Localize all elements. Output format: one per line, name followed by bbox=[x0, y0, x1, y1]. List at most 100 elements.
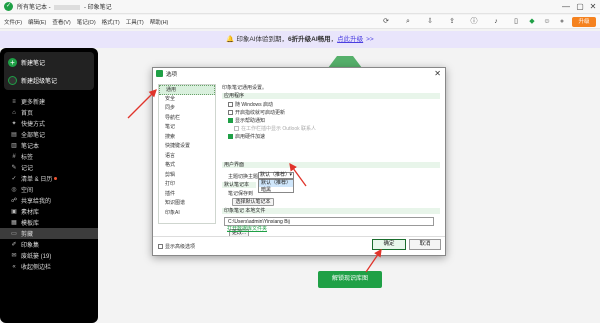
theme-option-default[interactable]: 默认（推荐） bbox=[259, 180, 293, 187]
sidebar-item-shortcuts[interactable]: ✦ 快捷方式 bbox=[0, 118, 98, 129]
advanced-options-label: 显示高级选项 bbox=[165, 244, 196, 250]
nav-item-sync[interactable]: 同步 bbox=[159, 104, 215, 114]
cancel-button[interactable]: 取消 bbox=[409, 239, 441, 250]
checkbox-checked[interactable] bbox=[228, 118, 233, 124]
sidebar-item-collapse[interactable]: « 收起侧边栏 bbox=[0, 261, 98, 272]
sidebar-item-material[interactable]: ▣ 素材库 bbox=[0, 206, 98, 217]
option-hardware-accel[interactable]: 启用硬件加速 bbox=[228, 133, 265, 140]
avatar-icon[interactable]: ● bbox=[558, 18, 566, 26]
sidebar-item-trash[interactable]: ✉ 废纸篓 (19) bbox=[0, 250, 98, 261]
new-note-button[interactable]: + 新建笔记 bbox=[8, 58, 45, 67]
checkbox[interactable] bbox=[228, 110, 233, 116]
chevron-right-icon[interactable]: >> bbox=[366, 36, 374, 43]
options-dialog: 选项 ✕ 通用 安全 同步 导航栏 笔记 搜索 快捷键设置 语言 格式 剪辑 打… bbox=[152, 67, 446, 256]
option-outlook-contacts: 在工作栏插中显示 Outlook 联系人 bbox=[234, 125, 316, 132]
notification-dot bbox=[54, 177, 58, 180]
sidebar-item-label: 收起侧边栏 bbox=[21, 265, 52, 271]
sidebar-item-space[interactable]: ◎ 空间 bbox=[0, 184, 98, 195]
checkbox-checked[interactable] bbox=[228, 134, 233, 140]
nav-item-notes[interactable]: 笔记 bbox=[159, 123, 215, 133]
sidebar-item-label: 全部笔记 bbox=[21, 133, 46, 139]
sidebar-item-label: 废纸篓 (19) bbox=[21, 254, 52, 260]
sidebar-item-tags[interactable]: # 标签 bbox=[0, 151, 98, 162]
sidebar-item-more-new[interactable]: ≡ 更多新建 bbox=[0, 96, 98, 107]
sidebar-item-clip[interactable]: ▭ 剪藏 bbox=[0, 228, 98, 239]
option-show-help[interactable]: 显示帮助通知 bbox=[228, 117, 265, 124]
menu-note[interactable]: 笔记(O) bbox=[77, 18, 96, 26]
theme-dropdown: 默认（推荐） 暗黑 bbox=[258, 179, 294, 193]
nav-item-language[interactable]: 语言 bbox=[159, 152, 215, 162]
checkbox[interactable] bbox=[158, 244, 163, 250]
menu-tools[interactable]: 工具(T) bbox=[126, 18, 144, 26]
close-window-button[interactable]: ✕ bbox=[587, 1, 599, 13]
new-super-note-button[interactable]: 新建超级笔记 bbox=[8, 76, 57, 85]
robot-icon[interactable]: ☺ bbox=[543, 18, 551, 26]
option-label: 在工作栏插中显示 Outlook 联系人 bbox=[241, 126, 317, 132]
choose-notebook-button[interactable]: 选择默认笔记本 bbox=[232, 198, 274, 206]
nav-item-format[interactable]: 格式 bbox=[159, 161, 215, 171]
sidebar-item-notebooks[interactable]: ▥ 笔记本 bbox=[0, 140, 98, 151]
menu-help[interactable]: 帮助(H) bbox=[150, 18, 169, 26]
nav-item-clipping[interactable]: 剪辑 bbox=[159, 171, 215, 181]
advanced-options-toggle[interactable]: 显示高级选项 bbox=[158, 243, 195, 250]
unlock-graph-button[interactable]: 解锁现识库图 bbox=[318, 271, 382, 288]
nav-item-security[interactable]: 安全 bbox=[159, 95, 215, 105]
sidebar-item-journal[interactable]: ✎ 记记 bbox=[0, 162, 98, 173]
plus-icon: + bbox=[8, 58, 17, 67]
nav-item-knowledge-graph[interactable]: 知识图谱 bbox=[159, 199, 215, 209]
sidebar-item-stamp[interactable]: ✐ 印象集 bbox=[0, 239, 98, 250]
checkbox[interactable] bbox=[228, 102, 233, 108]
info-icon[interactable]: ⓘ bbox=[470, 18, 478, 26]
nav-item-print[interactable]: 打印 bbox=[159, 180, 215, 190]
bell-icon: 🔔 bbox=[226, 36, 235, 43]
open-folder-link[interactable]: 打开数据库文件夹 bbox=[227, 225, 267, 232]
nav-item-search[interactable]: 搜索 bbox=[159, 133, 215, 143]
space-icon: ◎ bbox=[11, 187, 17, 193]
sync-icon[interactable]: ⟳ bbox=[382, 18, 390, 26]
theme-select[interactable]: 默认（推荐） ▾ bbox=[258, 172, 294, 179]
sidebar-item-label: 共享给我的 bbox=[21, 199, 52, 205]
nav-item-ai[interactable]: 印象AI bbox=[159, 209, 215, 219]
premium-icon[interactable]: ◆ bbox=[528, 18, 536, 26]
upgrade-link[interactable]: 点此升级 bbox=[337, 36, 363, 43]
general-settings-panel: 印象笔记通用设置。 应用程序 随 Windows 启动 开启指纹就可启动更新 显… bbox=[222, 84, 440, 237]
nav-item-general[interactable]: 通用 bbox=[159, 85, 215, 95]
section-default-notebook: 默认笔记本 bbox=[222, 182, 256, 188]
menu-format[interactable]: 格式(T) bbox=[102, 18, 120, 26]
ok-button[interactable]: 确定 bbox=[372, 239, 406, 250]
sidebar-item-home[interactable]: ⌂ 首页 bbox=[0, 107, 98, 118]
theme-label: 主题切换主题 bbox=[228, 174, 259, 180]
sidebar-item-all-notes[interactable]: ▤ 全部笔记 bbox=[0, 129, 98, 140]
sidebar-item-label: 空间 bbox=[21, 188, 34, 194]
menu-file[interactable]: 文件(F) bbox=[4, 18, 22, 26]
option-auto-update[interactable]: 开启指纹就可启动更新 bbox=[228, 109, 285, 116]
sidebar-item-tasks[interactable]: ✓ 清单 & 日历 bbox=[0, 173, 98, 184]
option-start-with-windows[interactable]: 随 Windows 启动 bbox=[228, 101, 273, 108]
minimize-button[interactable]: — bbox=[560, 1, 572, 13]
nav-item-navbar[interactable]: 导航栏 bbox=[159, 114, 215, 124]
menu-view[interactable]: 查看(V) bbox=[52, 18, 70, 26]
options-nav: 通用 安全 同步 导航栏 笔记 搜索 快捷键设置 语言 格式 剪辑 打印 插件 … bbox=[158, 84, 216, 224]
phone-icon[interactable]: ▯ bbox=[512, 18, 520, 26]
sidebar-item-label: 快捷方式 bbox=[21, 122, 46, 128]
window-title: 所有笔记本 - - 印象笔记 bbox=[17, 2, 112, 11]
tasks-icon: ✓ bbox=[11, 176, 17, 182]
search-icon[interactable]: ⌕ bbox=[404, 18, 412, 26]
maximize-button[interactable]: ▢ bbox=[574, 1, 586, 13]
sidebar-item-label: 首页 bbox=[21, 111, 34, 117]
sidebar-item-label: 记记 bbox=[21, 166, 34, 172]
nav-item-plugins[interactable]: 插件 bbox=[159, 190, 215, 200]
bell-icon[interactable]: ♪ bbox=[492, 18, 500, 26]
upgrade-button[interactable]: 升级 bbox=[572, 17, 596, 27]
section-app: 应用程序 bbox=[222, 93, 440, 99]
theme-option-dark[interactable]: 暗黑 bbox=[259, 187, 293, 194]
nav-item-shortcuts[interactable]: 快捷键设置 bbox=[159, 142, 215, 152]
close-icon[interactable]: ✕ bbox=[434, 68, 441, 79]
share-icon[interactable]: ⇪ bbox=[448, 18, 456, 26]
sidebar-item-label: 印象集 bbox=[21, 243, 40, 249]
sidebar-item-shared[interactable]: ☍ 共享给我的 bbox=[0, 195, 98, 206]
export-icon[interactable]: ⇩ bbox=[426, 18, 434, 26]
menu-edit[interactable]: 编辑(E) bbox=[28, 18, 46, 26]
banner-bold-text: 6折升级AI畅用 bbox=[288, 36, 331, 43]
sidebar-item-templates[interactable]: ▦ 模板库 bbox=[0, 217, 98, 228]
